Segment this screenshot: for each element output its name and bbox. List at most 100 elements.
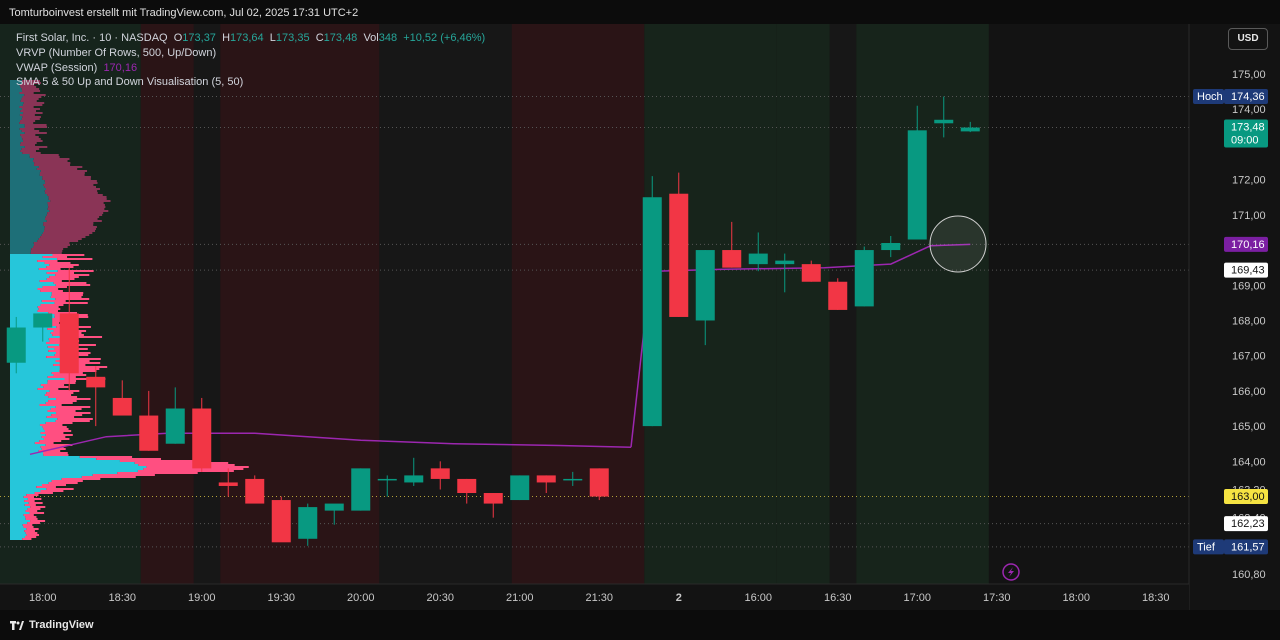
vp-down-row (53, 282, 87, 284)
candle-body-29 (801, 264, 821, 282)
vp-up-row (10, 268, 39, 270)
vp-down-row (28, 502, 43, 504)
vp-up-row (10, 118, 22, 120)
vp-down-row (96, 458, 161, 460)
alert-icon[interactable] (1002, 563, 1020, 581)
y-tick-6: 167,00 (1232, 351, 1266, 363)
vp-down-row (47, 212, 104, 214)
vp-down-row (34, 244, 71, 246)
vp-up-row (10, 218, 46, 220)
legend-h-label: H (222, 32, 231, 44)
vp-down-row (25, 510, 38, 512)
vp-up-row (10, 410, 48, 412)
vp-down-row (49, 210, 109, 212)
legend-vrvp[interactable]: VRVP (Number Of Rows, 500, Up/Down) (16, 47, 216, 59)
vp-down-row (43, 386, 69, 388)
vp-up-row (10, 442, 35, 444)
y-tick-2: 172,00 (1232, 175, 1266, 187)
vp-down-row (46, 392, 74, 394)
y-tick-3: 171,00 (1232, 210, 1266, 222)
vp-down-row (50, 408, 82, 410)
vp-up-row (10, 508, 28, 510)
x-tick-4: 20:00 (347, 592, 375, 604)
vp-up-row (10, 182, 46, 184)
vp-down-row (30, 252, 62, 254)
vp-down-row (41, 234, 90, 236)
vp-down-row (24, 132, 47, 134)
cursor-circle (929, 215, 987, 273)
vp-down-row (22, 524, 33, 526)
vp-down-row (44, 190, 98, 192)
vp-down-row (45, 192, 98, 194)
vp-up-row (10, 200, 51, 202)
chart-canvas[interactable]: 175,00 174,00 172,00 171,00 169,00 168,00 167,… (0, 24, 1280, 610)
vp-up-row (10, 198, 49, 200)
vp-down-row (42, 484, 67, 486)
vp-down-row (43, 454, 69, 456)
vp-down-row (44, 394, 72, 396)
vp-up-row (10, 258, 58, 260)
vp-up-row (10, 398, 57, 400)
vp-up-row (10, 366, 66, 368)
vp-down-row (55, 406, 91, 408)
vp-up-row (10, 470, 138, 472)
vp-down-row (42, 176, 91, 178)
vp-up-row (10, 280, 40, 282)
vp-up-row (10, 164, 35, 166)
currency-button[interactable]: USD (1228, 28, 1268, 50)
vp-up-row (10, 114, 20, 116)
vp-down-row (23, 140, 43, 142)
vp-up-row (10, 130, 22, 132)
band-2 (193, 24, 221, 584)
vp-down-row (36, 168, 78, 170)
vp-up-row (10, 88, 22, 90)
vp-up-row (10, 188, 46, 190)
vp-up-row (10, 160, 34, 162)
vp-down-row (39, 440, 62, 442)
vp-up-row (10, 272, 47, 274)
vp-down-row (22, 152, 41, 154)
vp-up-row (10, 134, 21, 136)
vp-down-row (81, 476, 136, 478)
price-label-value-2: 170,16 (1231, 239, 1265, 251)
vp-down-row (61, 478, 101, 480)
vp-down-row (24, 124, 47, 126)
vp-up-row (10, 238, 39, 240)
legend-vwap[interactable]: VWAP (Session) 170,16 (16, 62, 137, 74)
vp-up-row (10, 426, 43, 428)
candle-body-5 (139, 415, 159, 451)
vp-up-row (10, 282, 54, 284)
vp-up-row (10, 140, 24, 142)
vp-down-row (22, 90, 41, 92)
vp-down-row (19, 114, 35, 116)
vp-up-row (10, 110, 21, 112)
y-tick-12: 160,80 (1232, 569, 1266, 581)
price-label-title-6: Tief (1197, 541, 1216, 553)
legend-o-label: O (173, 32, 183, 44)
vp-up-row (10, 270, 58, 272)
legend-sma[interactable]: SMA 5 & 50 Up and Down Visualisation (5,… (16, 76, 243, 88)
price-label-value-4: 163,00 (1231, 491, 1265, 503)
vp-down-row (39, 280, 62, 282)
vp-down-row (29, 156, 60, 158)
vp-down-row (49, 390, 80, 392)
vp-down-row (21, 136, 39, 138)
vp-up-row (10, 434, 46, 436)
tradingview-logo[interactable]: TradingView (10, 619, 94, 631)
vp-up-row (10, 226, 45, 228)
vp-up-row (10, 254, 53, 256)
vp-up-row (10, 186, 45, 188)
vp-up-row (10, 436, 42, 438)
vp-down-row (45, 216, 100, 218)
candle-body-6 (165, 408, 185, 444)
vp-down-row (44, 186, 96, 188)
vp-down-row (22, 96, 42, 98)
vp-down-row (34, 162, 71, 164)
vp-down-row (46, 272, 75, 274)
vp-up-row (10, 416, 47, 418)
vp-down-row (44, 226, 97, 228)
vp-down-row (38, 166, 83, 168)
vp-up-row (10, 420, 56, 422)
candle-body-28 (775, 260, 795, 265)
vp-down-row (48, 198, 107, 200)
